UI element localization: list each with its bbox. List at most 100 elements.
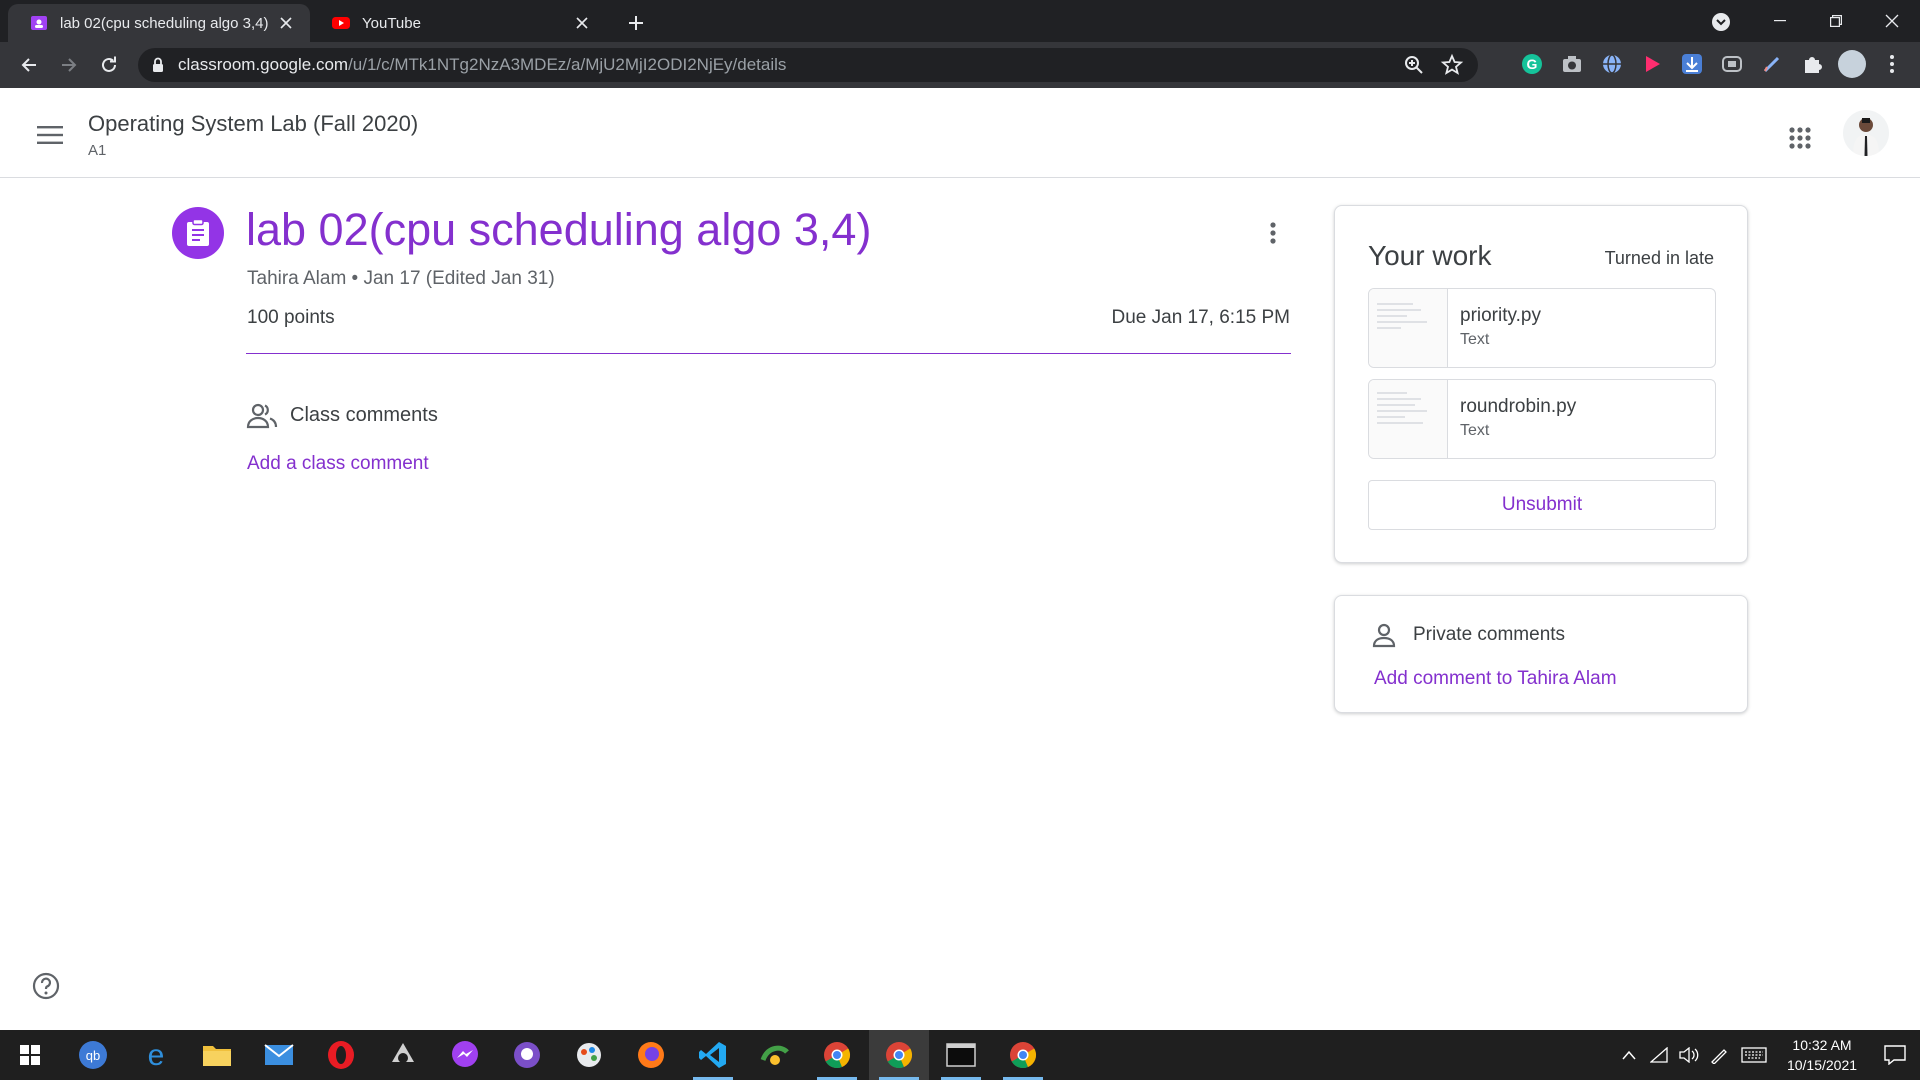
- assignment-title: lab 02(cpu scheduling algo 3,4): [246, 204, 872, 255]
- classroom-header: Operating System Lab (Fall 2020) A1: [0, 88, 1920, 178]
- attachment-type: Text: [1460, 331, 1490, 348]
- more-options-icon[interactable]: [1255, 215, 1291, 251]
- file-thumbnail: [1369, 289, 1448, 367]
- tab-title: YouTube: [362, 14, 421, 32]
- hamburger-menu-icon[interactable]: [30, 115, 70, 155]
- pen-workspace-icon[interactable]: [1704, 1030, 1734, 1080]
- play-icon[interactable]: [1638, 50, 1666, 78]
- globe-icon[interactable]: [1598, 50, 1626, 78]
- profile-icon[interactable]: [1838, 50, 1866, 78]
- class-comments-label: Class comments: [290, 404, 438, 426]
- camera-icon[interactable]: [1558, 50, 1586, 78]
- forward-icon[interactable]: [54, 50, 84, 80]
- tab-close-icon[interactable]: [276, 13, 296, 33]
- google-apps-icon[interactable]: [1780, 118, 1820, 158]
- private-comments-label: Private comments: [1413, 624, 1566, 645]
- terminal-icon[interactable]: [931, 1030, 991, 1080]
- download-icon[interactable]: [1678, 50, 1706, 78]
- assignment-due-date: Due Jan 17, 6:15 PM: [1111, 307, 1291, 328]
- menu-kebab-icon[interactable]: [1878, 50, 1906, 78]
- taskbar-clock[interactable]: 10:32 AM 10/15/2021: [1774, 1035, 1870, 1075]
- clock-date: 10/15/2021: [1786, 1057, 1858, 1073]
- edge-icon[interactable]: e: [126, 1030, 186, 1080]
- file-thumbnail: [1369, 380, 1448, 458]
- browser-toolbar: classroom.google.com/u/1/c/MTk1NTg2NzA3M…: [0, 42, 1920, 88]
- submission-status: Turned in late: [1604, 248, 1714, 268]
- messenger-icon[interactable]: [435, 1030, 495, 1080]
- people-icon: [246, 402, 278, 430]
- chrome-profile-icon[interactable]: [993, 1030, 1053, 1080]
- attachment-name: roundrobin.py: [1460, 396, 1577, 417]
- tab-classroom[interactable]: lab 02(cpu scheduling algo 3,4): [8, 4, 310, 42]
- assignment-points: 100 points: [247, 307, 335, 328]
- attachment-card[interactable]: priority.py Text: [1368, 288, 1716, 368]
- vscode-icon[interactable]: [683, 1030, 743, 1080]
- url-host: classroom.google.com: [178, 55, 349, 74]
- grammarly-icon[interactable]: G: [1518, 50, 1546, 78]
- firefox-icon[interactable]: [621, 1030, 681, 1080]
- assignment-icon: [172, 207, 224, 259]
- avatar[interactable]: [1843, 110, 1889, 156]
- tab-title: lab 02(cpu scheduling algo 3,4): [60, 14, 269, 32]
- clock-time: 10:32 AM: [1792, 1037, 1852, 1053]
- youtube-icon: [332, 14, 350, 32]
- svg-text:e: e: [148, 1040, 165, 1070]
- windows-start-icon[interactable]: [0, 1030, 60, 1080]
- google-classroom-icon: [30, 14, 48, 32]
- private-comments-card: Private comments Add comment to Tahira A…: [1334, 595, 1748, 713]
- window-icon[interactable]: [1718, 50, 1746, 78]
- new-tab-button[interactable]: [622, 9, 650, 37]
- opera-icon[interactable]: [311, 1030, 371, 1080]
- add-private-comment-link[interactable]: Add comment to Tahira Alam: [1374, 668, 1617, 690]
- attachment-name: priority.py: [1460, 305, 1541, 326]
- chrome-icon[interactable]: [807, 1030, 867, 1080]
- help-icon[interactable]: [30, 970, 62, 1002]
- mail-icon[interactable]: [249, 1030, 309, 1080]
- extensions-bar: G: [1518, 50, 1906, 78]
- lock-icon: [152, 57, 166, 73]
- tab-close-icon[interactable]: [572, 13, 592, 33]
- attachment-type: Text: [1460, 422, 1490, 439]
- system-tray: 10:32 AM 10/15/2021: [1614, 1030, 1920, 1080]
- omnibox-actions: [1402, 53, 1464, 77]
- utility-icon[interactable]: [745, 1030, 805, 1080]
- windows-taskbar: qb e 10:32 AM 10/15/2021: [0, 1030, 1920, 1080]
- restore-icon[interactable]: [1808, 0, 1864, 42]
- chevron-up-icon[interactable]: [1614, 1030, 1644, 1080]
- person-icon: [1371, 622, 1397, 648]
- back-icon[interactable]: [14, 50, 44, 80]
- network-icon[interactable]: [1644, 1030, 1674, 1080]
- attachment-card[interactable]: roundrobin.py Text: [1368, 379, 1716, 459]
- keyboard-icon[interactable]: [1734, 1030, 1774, 1080]
- browser-tab-strip: lab 02(cpu scheduling algo 3,4) YouTube: [0, 0, 1920, 42]
- zoom-icon[interactable]: [1402, 53, 1426, 77]
- unsubmit-button[interactable]: Unsubmit: [1368, 480, 1716, 530]
- minimize-icon[interactable]: [1752, 0, 1808, 42]
- address-bar[interactable]: classroom.google.com/u/1/c/MTk1NTg2NzA3M…: [138, 48, 1478, 82]
- tab-youtube[interactable]: YouTube: [310, 4, 606, 42]
- assignment-divider: [246, 353, 1291, 354]
- svg-text:qb: qb: [86, 1048, 100, 1063]
- add-class-comment-link[interactable]: Add a class comment: [247, 453, 429, 475]
- puzzle-icon[interactable]: [1798, 50, 1826, 78]
- your-work-card: Your work Turned in late priority.py Tex…: [1334, 205, 1748, 563]
- close-window-icon[interactable]: [1864, 0, 1920, 42]
- github-desktop-icon[interactable]: [497, 1030, 557, 1080]
- paint-icon[interactable]: [559, 1030, 619, 1080]
- assignment-meta: Tahira Alam • Jan 17 (Edited Jan 31): [247, 268, 555, 289]
- volume-icon[interactable]: [1674, 1030, 1704, 1080]
- your-work-title: Your work: [1368, 240, 1492, 271]
- bookmark-star-icon[interactable]: [1440, 53, 1464, 77]
- class-section: A1: [88, 142, 107, 159]
- class-title[interactable]: Operating System Lab (Fall 2020): [88, 111, 418, 137]
- file-explorer-icon[interactable]: [187, 1030, 247, 1080]
- svg-text:G: G: [1527, 56, 1538, 72]
- notification-icon[interactable]: [1870, 1030, 1920, 1080]
- chrome-active-icon[interactable]: [869, 1030, 929, 1080]
- qbittorrent-icon[interactable]: qb: [63, 1030, 123, 1080]
- reload-icon[interactable]: [94, 50, 124, 80]
- inkscape-icon[interactable]: [373, 1030, 433, 1080]
- url-path: /u/1/c/MTk1NTg2NzA3MDEz/a/MjU2MjI2ODI2Nj…: [348, 55, 787, 74]
- tab-search-icon[interactable]: [1708, 9, 1734, 35]
- pen-icon[interactable]: [1758, 50, 1786, 78]
